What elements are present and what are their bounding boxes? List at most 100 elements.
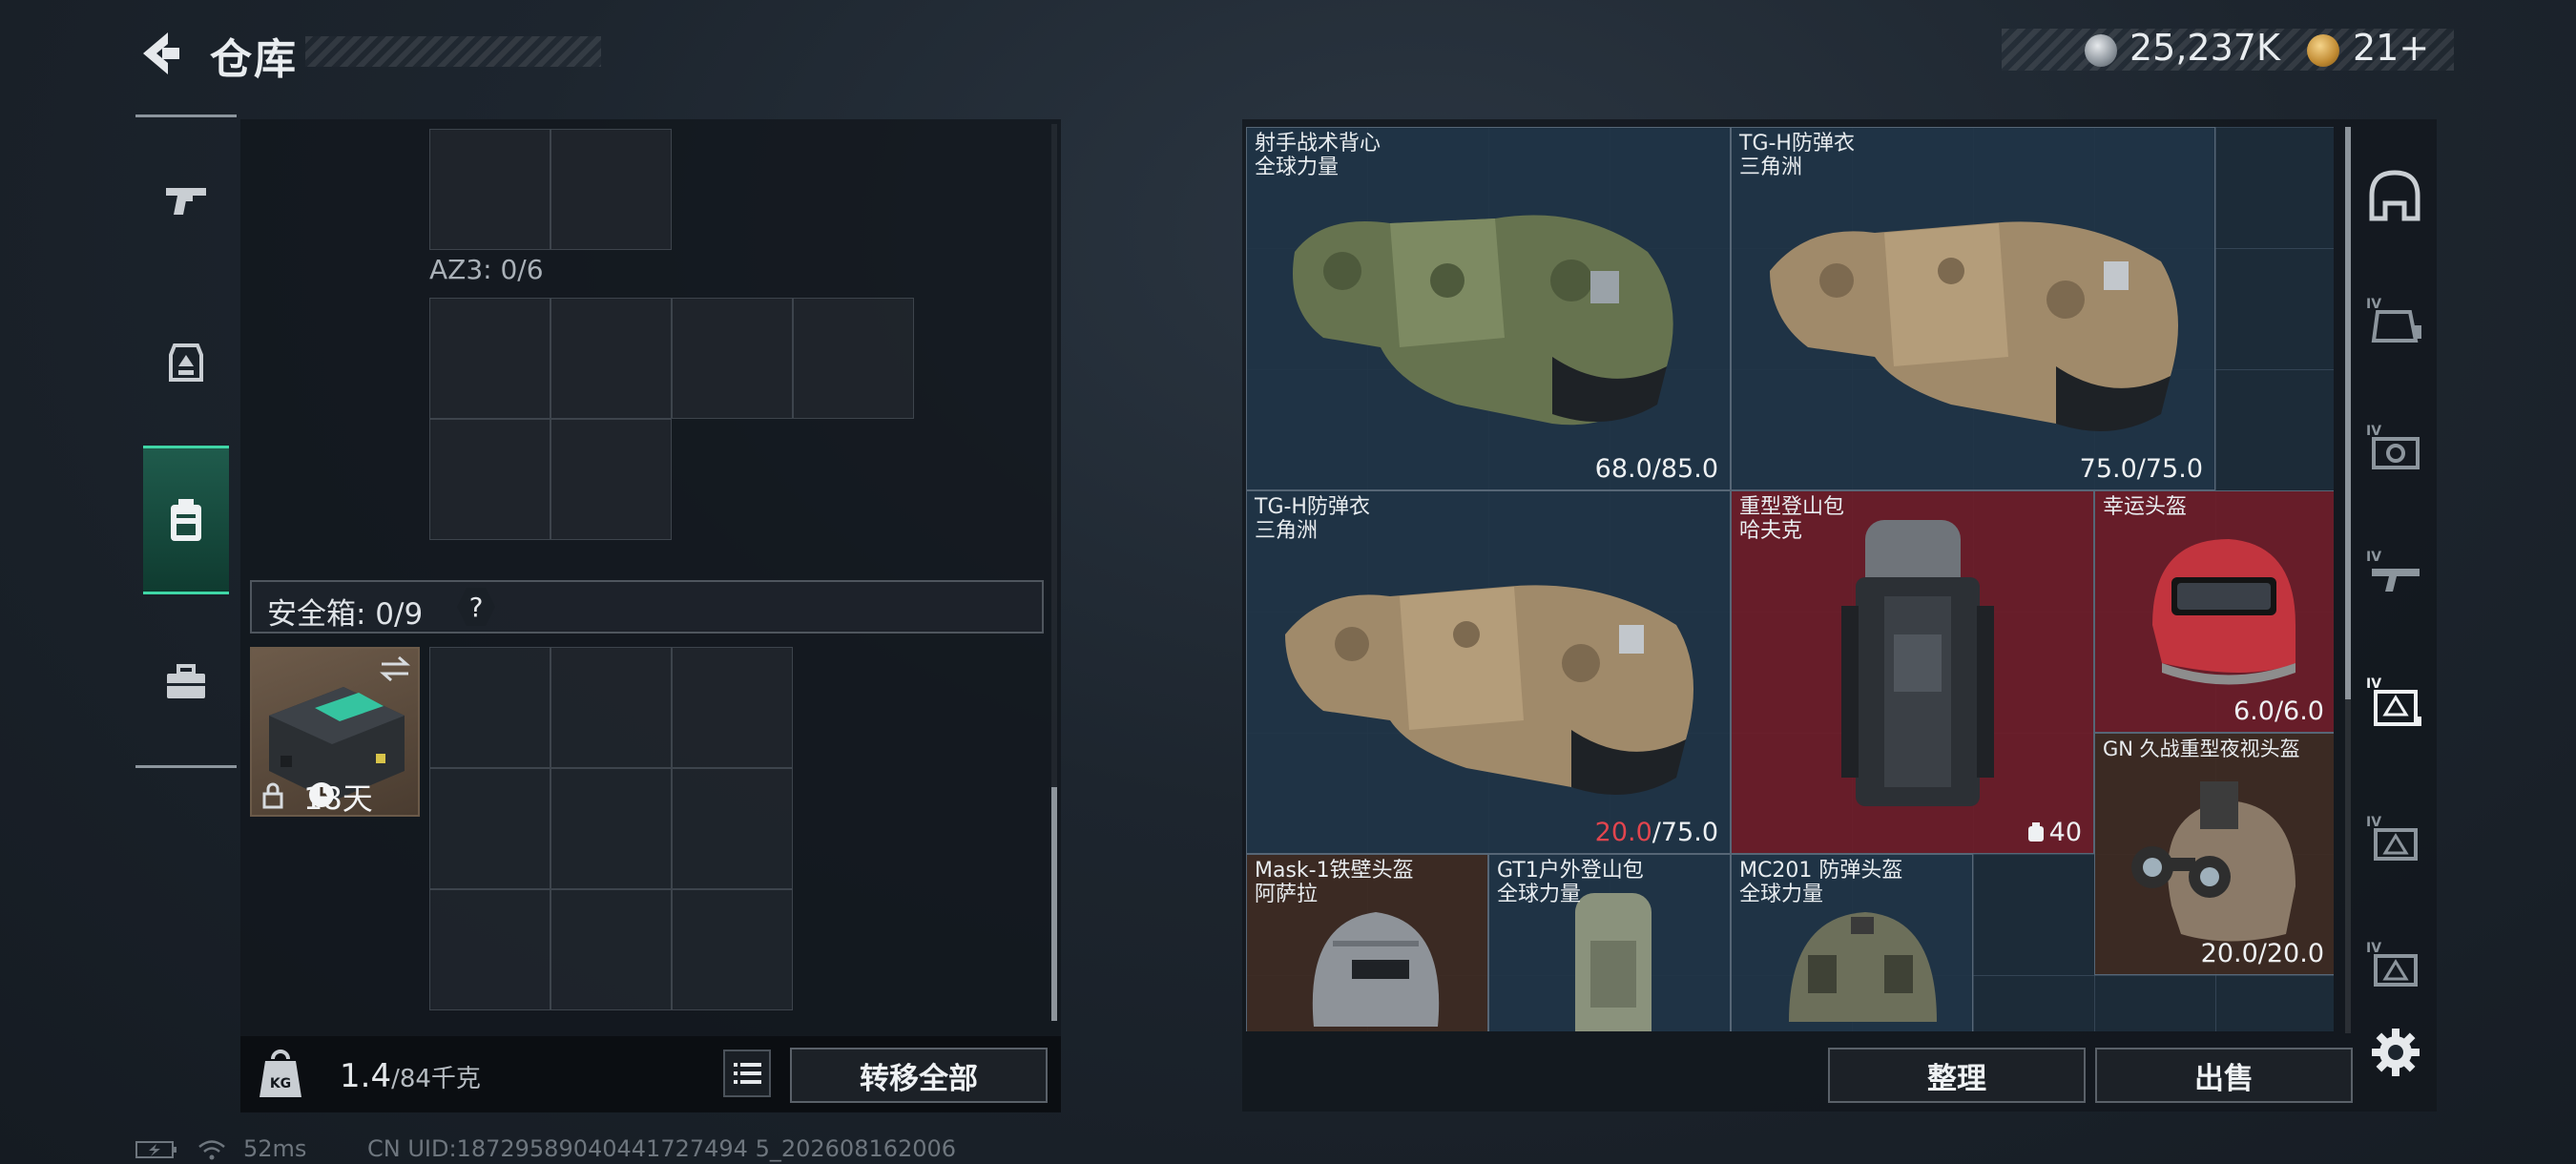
item-name: TG-H防弹衣 三角洲 bbox=[1255, 495, 1370, 543]
container-label: AZ3: 0/6 bbox=[429, 254, 544, 285]
pistol-icon bbox=[166, 188, 206, 215]
swap-icon[interactable] bbox=[378, 655, 412, 683]
status-indicators bbox=[135, 1135, 227, 1162]
sidebar-divider-top bbox=[135, 114, 237, 117]
item-nv-helmet[interactable]: GN 久战重型夜视头盔 20.0/20.0 bbox=[2094, 733, 2334, 975]
sell-button[interactable]: 出售 bbox=[2095, 1048, 2353, 1103]
warehouse-scroll-thumb[interactable] bbox=[2345, 127, 2351, 699]
settings-button[interactable] bbox=[2370, 1027, 2421, 1078]
sidebar-item-weapon[interactable] bbox=[143, 129, 229, 272]
item-durability: 6.0/6.0 bbox=[2233, 696, 2324, 726]
backpack-iv-icon: IV bbox=[2366, 676, 2421, 726]
item-name: 重型登山包 哈夫克 bbox=[1739, 495, 1845, 543]
inventory-scroll-thumb[interactable] bbox=[1051, 787, 1057, 1021]
nv-helmet-image bbox=[2131, 781, 2296, 942]
safebox-slot[interactable] bbox=[429, 647, 551, 768]
case-remaining-days: 18天 bbox=[303, 780, 373, 817]
tgh-armor-image bbox=[1770, 221, 2178, 431]
safebox-slot[interactable] bbox=[551, 889, 672, 1010]
gold-coin-icon bbox=[2307, 34, 2339, 67]
item-lucky-helmet[interactable]: 幸运头盔 6.0/6.0 bbox=[2094, 490, 2334, 733]
grid-slot[interactable] bbox=[429, 298, 551, 419]
misc-iv-icon: IV bbox=[2366, 941, 2418, 987]
user-uid: CN UID:18729589040441727494 5_2026081620… bbox=[367, 1135, 957, 1162]
case-iv-icon: IV bbox=[2366, 815, 2418, 861]
list-icon bbox=[734, 1063, 761, 1084]
safebox-slot[interactable] bbox=[551, 768, 672, 889]
category-helmet[interactable] bbox=[2357, 157, 2433, 234]
silver-balance: 25,237K bbox=[2129, 27, 2280, 69]
rig-iv-icon: IV bbox=[2366, 424, 2420, 469]
category-weapon[interactable]: IV bbox=[2357, 534, 2433, 611]
helmet-icon bbox=[2369, 170, 2420, 221]
mc201-helmet-image bbox=[1789, 912, 1937, 1022]
page-title: 仓库 bbox=[210, 35, 298, 84]
item-name: TG-H防弹衣 三角洲 bbox=[1739, 132, 1855, 179]
grid-slot[interactable] bbox=[551, 298, 672, 419]
safebox-slot[interactable] bbox=[672, 768, 793, 889]
safebox-slot[interactable] bbox=[429, 768, 551, 889]
silver-coin-icon bbox=[2085, 34, 2117, 67]
item-name: MC201 防弹头盔 全球力量 bbox=[1739, 859, 1903, 906]
weight-readout: 1.4/84千克 bbox=[340, 1057, 481, 1095]
grid-slot[interactable] bbox=[551, 419, 672, 540]
safebox-slot[interactable] bbox=[429, 889, 551, 1010]
backpack-icon bbox=[171, 499, 201, 541]
lucky-helmet-image bbox=[2152, 539, 2296, 685]
item-durability: 20.0/75.0 bbox=[1594, 818, 1718, 847]
item-tactical-vest[interactable]: 射手战术背心 全球力量 68.0/85.0 bbox=[1246, 127, 1731, 490]
item-name: GN 久战重型夜视头盔 bbox=[2103, 738, 2300, 760]
sidebar-item-case[interactable] bbox=[143, 611, 229, 754]
sort-button[interactable]: 整理 bbox=[1828, 1048, 2086, 1103]
weight-current: 1.4 bbox=[340, 1057, 392, 1095]
grid-slot[interactable] bbox=[429, 129, 551, 250]
item-durability: 68.0/85.0 bbox=[1594, 454, 1718, 484]
tgh-armor-image bbox=[1285, 585, 1693, 795]
item-heavy-backpack[interactable]: 重型登山包 哈夫克 40 bbox=[1731, 490, 2094, 854]
weapon-iv-icon: IV bbox=[2366, 550, 2420, 592]
safebox-label: 安全箱: 0/9 bbox=[267, 597, 424, 632]
gear-icon bbox=[2372, 1029, 2420, 1076]
transfer-all-button[interactable]: 转移全部 bbox=[790, 1048, 1048, 1103]
item-gt1-backpack[interactable]: GT1户外登山包 全球力量 bbox=[1488, 854, 1731, 1031]
grid-slot[interactable] bbox=[429, 419, 551, 540]
weight-icon: KG bbox=[256, 1048, 305, 1101]
item-name: Mask-1铁壁头盔 阿萨拉 bbox=[1255, 859, 1414, 906]
grid-slot[interactable] bbox=[793, 298, 914, 419]
svg-text:IV: IV bbox=[2366, 550, 2381, 565]
grid-slot[interactable] bbox=[672, 298, 793, 419]
category-case[interactable]: IV bbox=[2357, 800, 2433, 876]
category-misc[interactable]: IV bbox=[2357, 925, 2433, 1002]
gold-balance[interactable]: 21+ bbox=[2353, 27, 2429, 69]
title-decoration bbox=[305, 36, 601, 67]
category-backpack[interactable]: IV bbox=[2357, 663, 2433, 739]
heavy-backpack-image bbox=[1841, 520, 1994, 806]
back-button[interactable] bbox=[134, 29, 183, 78]
sidebar-item-rig[interactable] bbox=[143, 291, 229, 434]
item-mask1-helmet[interactable]: Mask-1铁壁头盔 阿萨拉 bbox=[1246, 854, 1488, 1031]
back-arrow-icon bbox=[143, 32, 179, 74]
category-rig[interactable]: IV bbox=[2357, 408, 2433, 485]
wifi-icon bbox=[197, 1140, 225, 1160]
item-durability: 75.0/75.0 bbox=[2079, 454, 2203, 484]
sidebar-item-backpack[interactable] bbox=[143, 446, 229, 594]
lock-icon bbox=[262, 782, 283, 809]
weight-max: /84千克 bbox=[391, 1065, 481, 1093]
item-name: 射手战术背心 全球力量 bbox=[1255, 132, 1381, 179]
safebox-slot[interactable] bbox=[672, 889, 793, 1010]
battery-icon bbox=[135, 1141, 177, 1158]
safebox-slot[interactable] bbox=[551, 647, 672, 768]
item-mc201-helmet[interactable]: MC201 防弹头盔 全球力量 bbox=[1731, 854, 1973, 1031]
grid-slot[interactable] bbox=[551, 129, 672, 250]
svg-text:IV: IV bbox=[2366, 815, 2381, 830]
item-durability: 20.0/20.0 bbox=[2200, 939, 2324, 968]
armor-iv-icon: IV bbox=[2366, 297, 2421, 343]
item-capacity: 40 bbox=[2026, 818, 2082, 847]
category-armor[interactable]: IV bbox=[2357, 281, 2433, 358]
item-tgh-armor[interactable]: TG-H防弹衣 三角洲 75.0/75.0 bbox=[1731, 127, 2215, 490]
svg-text:IV: IV bbox=[2366, 941, 2381, 956]
list-view-button[interactable] bbox=[723, 1050, 771, 1097]
item-tgh-armor[interactable]: TG-H防弹衣 三角洲 20.0/75.0 bbox=[1246, 490, 1731, 854]
sidebar-divider-bottom bbox=[135, 765, 237, 768]
safebox-slot[interactable] bbox=[672, 647, 793, 768]
